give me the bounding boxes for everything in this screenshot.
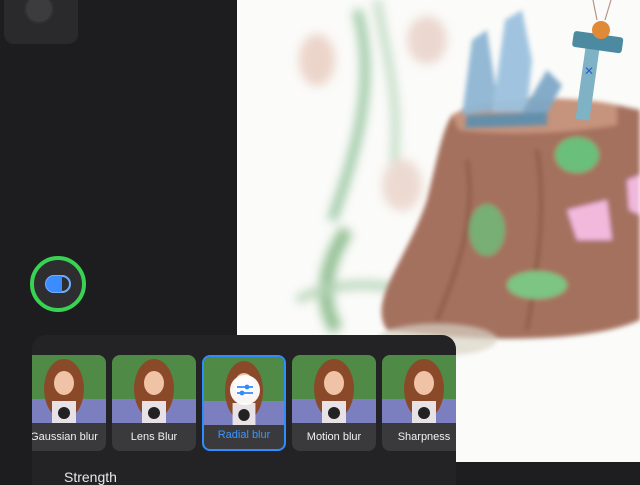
adjust-settings-button[interactable] (230, 375, 260, 405)
filter-preview-image (112, 355, 196, 423)
filter-label: Sharpness (397, 431, 451, 443)
filter-gaussian-blur[interactable]: Gaussian blur (32, 355, 106, 451)
filter-label: Radial blur (217, 429, 271, 441)
top-tool-button[interactable] (4, 0, 78, 44)
strength-label: Strength (64, 469, 117, 485)
svg-text:✕: ✕ (584, 64, 594, 78)
filter-label: Gaussian blur (32, 431, 98, 443)
filter-preview-image (382, 355, 456, 423)
filter-motion-blur[interactable]: Motion blur (292, 355, 376, 451)
split-toggle-icon (45, 275, 71, 293)
filter-lens-blur[interactable]: Lens Blur (112, 355, 196, 451)
filter-label: Lens Blur (130, 431, 178, 443)
compare-toggle-button[interactable] (30, 256, 86, 312)
filter-label: Motion blur (306, 431, 362, 443)
sliders-icon (237, 384, 253, 396)
filter-preview-image (292, 355, 376, 423)
filter-thumbnail-strip[interactable]: Gaussian blur Lens Blur Radial blur Moti… (32, 355, 456, 451)
tool-knob-icon (24, 0, 54, 24)
filter-radial-blur[interactable]: Radial blur (202, 355, 286, 451)
filter-panel: Gaussian blur Lens Blur Radial blur Moti… (32, 335, 456, 485)
filter-sharpness[interactable]: Sharpness (382, 355, 456, 451)
canvas-bottom-bar (456, 462, 640, 480)
filter-preview-image (32, 355, 106, 423)
